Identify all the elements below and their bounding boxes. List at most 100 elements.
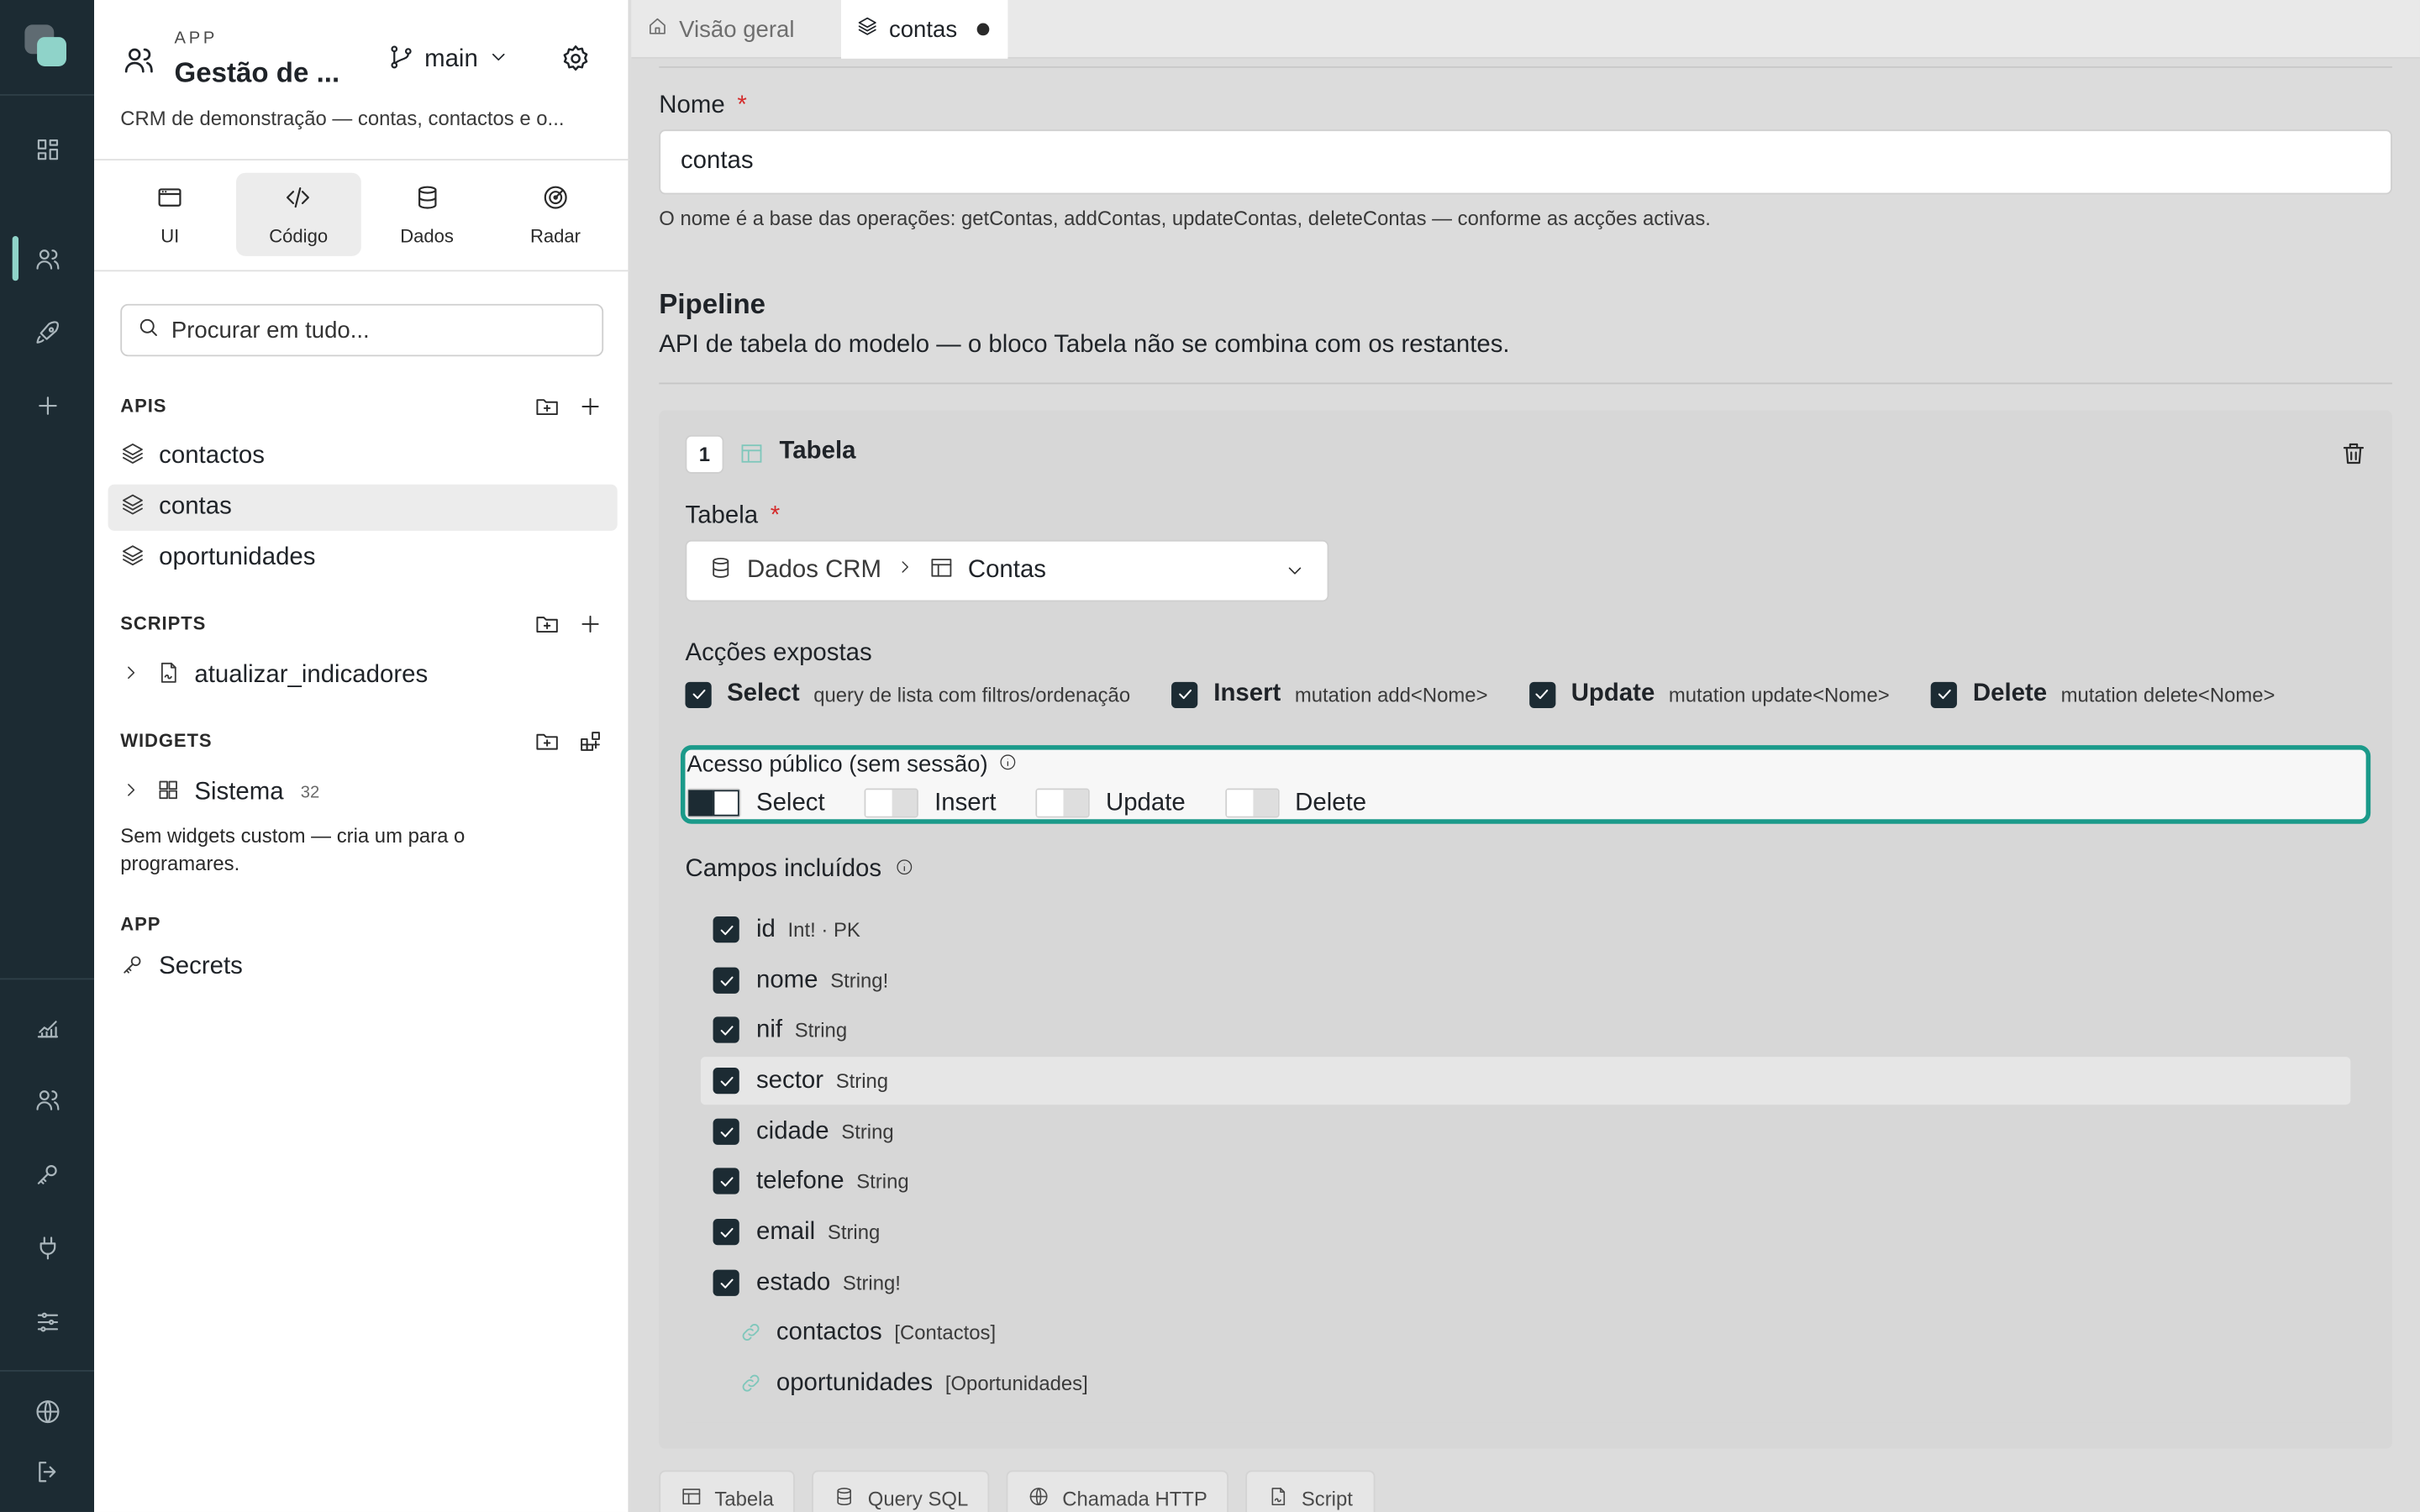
- tab-visao-geral[interactable]: Visão geral: [631, 0, 810, 59]
- toggle-switch[interactable]: [1036, 788, 1091, 818]
- tree-item-label: atualizar_indicadores: [194, 661, 429, 689]
- analytics-icon[interactable]: [22, 1001, 73, 1053]
- checkbox[interactable]: [713, 1168, 739, 1194]
- checkbox[interactable]: [1529, 680, 1556, 708]
- field-row-estado[interactable]: estado String!: [701, 1259, 2350, 1307]
- mode-ui[interactable]: UI: [108, 173, 232, 256]
- add-widget-icon[interactable]: [576, 727, 603, 754]
- key-icon[interactable]: [22, 1148, 73, 1200]
- branch-selector[interactable]: main: [387, 43, 509, 76]
- public-insert-toggle[interactable]: Insert: [865, 788, 997, 818]
- api-item-contactos[interactable]: contactos: [108, 433, 618, 480]
- users-icon[interactable]: [22, 233, 73, 284]
- checkbox[interactable]: [713, 1269, 739, 1296]
- sidebar: APP Gestão de ... main CRM de demonstraç…: [94, 0, 630, 1512]
- field-row-nif[interactable]: nif String: [701, 1006, 2350, 1054]
- dashboard-icon[interactable]: [22, 123, 73, 175]
- table-icon: [739, 441, 764, 465]
- add-sql-block-button[interactable]: Query SQL: [812, 1470, 990, 1512]
- required-mark: *: [737, 92, 747, 119]
- new-folder-icon[interactable]: [533, 727, 560, 754]
- add-http-block-button[interactable]: Chamada HTTP: [1007, 1470, 1229, 1512]
- mode-data[interactable]: Dados: [365, 173, 488, 256]
- link-icon: [739, 1320, 763, 1344]
- action-delete[interactable]: Delete mutation delete<Nome>: [1931, 680, 2275, 708]
- checkbox[interactable]: [713, 1016, 739, 1043]
- toggle-switch[interactable]: [1225, 788, 1280, 818]
- main-panel: Visão geral contas Nome* O nome é a base…: [631, 0, 2420, 1512]
- name-input[interactable]: [659, 129, 2392, 195]
- branch-name: main: [424, 46, 478, 73]
- action-update[interactable]: Update mutation update<Nome>: [1529, 680, 1890, 708]
- widget-count-badge: 32: [300, 784, 320, 803]
- logo[interactable]: [24, 24, 71, 71]
- step-number: 1: [685, 434, 724, 474]
- link-icon: [739, 1372, 763, 1395]
- script-item-atualizar-indicadores[interactable]: atualizar_indicadores: [108, 653, 618, 699]
- code-icon: [285, 183, 313, 216]
- app-rail: [0, 0, 95, 1512]
- checkbox[interactable]: [685, 680, 712, 708]
- toggle-switch[interactable]: [687, 788, 741, 818]
- fields-list: id Int! · PK nome String! nif String sector…: [685, 897, 2366, 1423]
- chevron-right-icon[interactable]: [120, 661, 142, 690]
- public-delete-toggle[interactable]: Delete: [1225, 788, 1366, 818]
- action-insert[interactable]: Insert mutation add<Nome>: [1171, 680, 1488, 708]
- table-select[interactable]: Dados CRM Contas: [685, 539, 1329, 602]
- checkbox[interactable]: [1171, 680, 1198, 708]
- info-icon[interactable]: [999, 751, 1018, 777]
- sliders-icon[interactable]: [22, 1296, 73, 1347]
- chevron-right-icon[interactable]: [120, 779, 142, 808]
- chevron-down-icon: [1284, 560, 1306, 590]
- tab-contas[interactable]: contas: [841, 0, 1008, 59]
- checkbox[interactable]: [1931, 680, 1958, 708]
- field-row-cidade[interactable]: cidade String: [701, 1108, 2350, 1156]
- checkbox[interactable]: [713, 967, 739, 994]
- pipeline-description: API de tabela do modelo — o bloco Tabela…: [659, 331, 1510, 359]
- api-item-contas[interactable]: contas: [108, 484, 618, 531]
- checkbox[interactable]: [713, 1067, 739, 1095]
- checkbox[interactable]: [713, 916, 739, 943]
- rocket-icon[interactable]: [22, 307, 73, 359]
- logout-icon[interactable]: [22, 1446, 73, 1497]
- gear-icon[interactable]: [560, 43, 594, 76]
- checkbox[interactable]: [713, 1118, 739, 1145]
- database-icon: [834, 1485, 855, 1511]
- field-row-sector[interactable]: sector String: [700, 1057, 2351, 1105]
- public-select-toggle[interactable]: Select: [687, 788, 825, 818]
- actions-row: Select query de lista com filtros/ordena…: [685, 679, 2317, 710]
- secrets-item[interactable]: Secrets: [108, 944, 618, 990]
- mode-label: UI: [160, 224, 180, 246]
- search-input[interactable]: [171, 317, 573, 344]
- toggle-switch[interactable]: [865, 788, 919, 818]
- public-update-toggle[interactable]: Update: [1036, 788, 1186, 818]
- add-icon[interactable]: [576, 609, 603, 637]
- add-icon[interactable]: [576, 392, 603, 420]
- plug-icon[interactable]: [22, 1222, 73, 1273]
- required-mark: *: [770, 502, 781, 529]
- tab-label: Visão geral: [679, 16, 795, 43]
- field-row-nome[interactable]: nome String!: [701, 957, 2350, 1005]
- tab-bar: Visão geral contas: [631, 0, 2420, 59]
- widget-group-sistema[interactable]: Sistema 32: [108, 770, 618, 816]
- plus-icon[interactable]: [22, 380, 73, 431]
- pipeline-block: 1 Tabela Tabela * Dados CRM Contas Acções…: [659, 410, 2392, 1449]
- add-table-block-button[interactable]: Tabela: [659, 1470, 796, 1512]
- field-row-email[interactable]: email String: [701, 1208, 2350, 1256]
- api-item-oportunidades[interactable]: oportunidades: [108, 535, 618, 581]
- mode-code[interactable]: Código: [236, 172, 360, 256]
- mode-radar[interactable]: Radar: [493, 173, 617, 256]
- field-row-telefone[interactable]: telefone String: [701, 1158, 2350, 1205]
- trash-icon[interactable]: [2339, 439, 2370, 470]
- public-access-toggles: Select Insert Update Delete: [687, 788, 1407, 818]
- field-row-id[interactable]: id Int! · PK: [701, 906, 2350, 953]
- new-folder-icon[interactable]: [533, 609, 560, 637]
- globe-icon[interactable]: [22, 1385, 73, 1436]
- checkbox[interactable]: [713, 1218, 739, 1246]
- users-icon: [122, 43, 155, 76]
- info-icon[interactable]: [896, 856, 914, 884]
- new-folder-icon[interactable]: [533, 392, 560, 420]
- add-script-block-button[interactable]: Script: [1245, 1470, 1375, 1512]
- team-icon[interactable]: [22, 1074, 73, 1125]
- action-select[interactable]: Select query de lista com filtros/ordena…: [685, 680, 1130, 708]
